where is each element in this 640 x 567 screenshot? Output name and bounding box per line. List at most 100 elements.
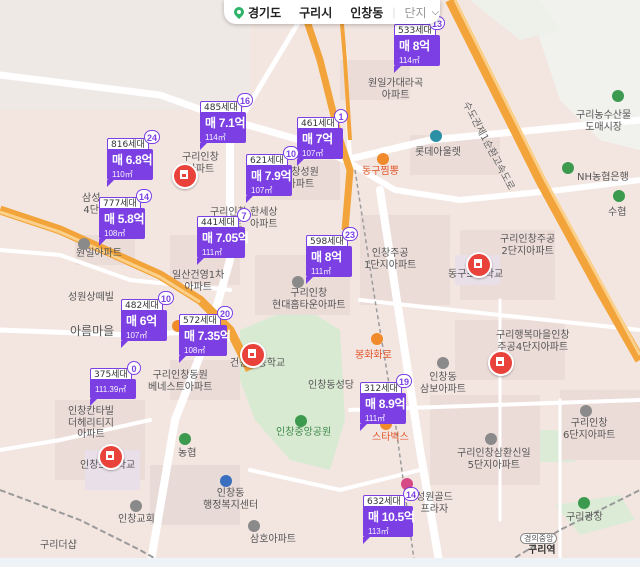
area-label: 108㎡ — [184, 346, 206, 355]
building-icon[interactable] — [78, 238, 90, 250]
bank-icon[interactable] — [613, 190, 625, 202]
area-label: 113㎡ — [368, 527, 389, 536]
label-gyeongui-line: 경의중앙 — [520, 533, 558, 545]
building-icon[interactable] — [485, 433, 497, 445]
filter-dropdown[interactable]: 단지 — [396, 4, 436, 21]
building-icon[interactable] — [292, 276, 304, 288]
area-label: 111.39㎡ — [95, 385, 127, 394]
area-label: 107㎡ — [251, 186, 273, 195]
label-cantil: 인창칸타빌 더헤리티지 아파트 — [68, 406, 114, 440]
listing-count-badge: 19 — [396, 374, 413, 388]
listing-count-badge: 14 — [403, 487, 420, 501]
building-icon[interactable] — [248, 520, 260, 532]
label-samho: 삼호아파트 — [250, 534, 296, 545]
church-icon[interactable] — [130, 500, 142, 512]
government-icon[interactable] — [220, 475, 232, 487]
label-hanse: 한세상 아파트 — [250, 207, 278, 230]
label-nh-bank: NH농협은행 — [577, 172, 629, 183]
area-label: 107㎡ — [302, 149, 324, 158]
label-ilsan-hanyeong: 일산건영1차 아파트 — [172, 270, 225, 293]
price-label: 매 8억 — [399, 39, 430, 53]
listing-count-badge: 24 — [144, 130, 161, 144]
label-samsung4: 삼성 4단 — [82, 193, 101, 216]
label-hyundai-hometown: 구리인창 현대홈타운아파트 — [272, 288, 346, 311]
price-label: 매 8억 — [311, 250, 342, 264]
label-sungwon-gold: 성원골드 프라자 — [416, 492, 453, 515]
price-label: 매 7.9억 — [251, 169, 292, 183]
park-icon[interactable] — [295, 415, 307, 427]
label-haengjeong: 인창동 행정복지센터 — [203, 488, 259, 511]
label-inchang-church: 인창교회 — [118, 514, 155, 525]
area-label: 114㎡ — [399, 56, 420, 65]
price-label: 매 6억 — [126, 314, 157, 328]
label-donggu: 동구찜뽕 — [362, 166, 399, 177]
area-label: 111㎡ — [311, 267, 332, 276]
price-label: 매 7억 — [302, 132, 333, 146]
area-label: 107㎡ — [126, 331, 148, 340]
label-samhwan: 구리인창삼환신일 5단지아파트 — [457, 448, 531, 471]
area-label: 114㎡ — [205, 133, 226, 142]
listing-count-badge: 23 — [342, 227, 359, 241]
bottom-bar — [0, 558, 640, 567]
price-label: 매 10.5억 — [368, 510, 415, 524]
label-guri-plaza: 구리광장 — [566, 512, 603, 523]
listing-count-badge: 10 — [158, 291, 175, 305]
label-sungwon-samae: 성원상떼빌 — [68, 292, 114, 303]
label-samboa: 인창동 삼보아파트 — [420, 372, 466, 395]
school-icon[interactable] — [98, 444, 124, 470]
school-icon[interactable] — [240, 342, 266, 368]
market-icon[interactable] — [612, 90, 624, 102]
label-beneste: 구리인창동원 베네스트아파트 — [148, 370, 213, 393]
park-icon[interactable] — [578, 497, 590, 509]
bank-icon[interactable] — [179, 433, 191, 445]
location-pin-icon — [234, 7, 244, 17]
listing-count-badge: 7 — [237, 208, 251, 222]
listing-count-badge: 0 — [127, 361, 141, 375]
label-suhyup: 수협 — [608, 207, 627, 218]
breadcrumb-city[interactable]: 구리시 — [290, 4, 341, 21]
label-areum-maeul: 아름마을 — [70, 324, 115, 338]
school-icon[interactable] — [172, 163, 198, 189]
area-label: 108㎡ — [104, 229, 126, 238]
school-icon[interactable] — [488, 350, 514, 376]
label-inchang-park: 인창중앙공원 — [276, 427, 332, 438]
label-inchang-jugong2: 구리인창주공 2단지아파트 — [500, 234, 556, 257]
label-lotte-outlet: 롯데아울렛 — [415, 147, 461, 158]
label-inchang-jugong1: 인창주공 1단지아파트 — [364, 248, 417, 271]
listing-count-badge: 1 — [334, 109, 348, 123]
map-canvas[interactable] — [0, 0, 640, 567]
restaurant-icon[interactable] — [371, 333, 383, 345]
area-label: 111㎡ — [365, 414, 386, 423]
breadcrumb-district[interactable]: 인창동 — [341, 4, 392, 21]
label-guri-dasan: 구리더샵 — [40, 540, 77, 551]
price-label: 매 7.05억 — [202, 231, 249, 245]
listing-count-badge: 10 — [283, 146, 300, 160]
listing-count-badge: 16 — [237, 93, 254, 107]
location-breadcrumb: 경기도 구리시 인창동 | 단지 ⌵ — [224, 0, 440, 24]
listing-count-badge: 20 — [217, 306, 234, 320]
school-icon[interactable] — [466, 252, 492, 278]
label-inchang-cathedral: 인창동성당 — [308, 380, 354, 391]
label-guri-haengbok: 구리행복마을인창 주공4단지아파트 — [496, 330, 570, 353]
building-icon[interactable] — [437, 357, 449, 369]
breadcrumb-province[interactable]: 경기도 — [248, 4, 290, 21]
area-label: 111㎡ — [202, 248, 223, 257]
building-icon[interactable] — [580, 405, 592, 417]
area-label: 110㎡ — [112, 170, 133, 179]
price-label: 매 7.35억 — [184, 329, 231, 343]
listing-count-badge: 14 — [136, 189, 153, 203]
restaurant-icon[interactable] — [377, 153, 389, 165]
bank-icon[interactable] — [562, 162, 574, 174]
label-nonghyup: 농협 — [178, 448, 197, 459]
label-guri-nongsusan: 구리농수산물 도매시장 — [576, 110, 632, 133]
price-label: 매 6.8억 — [112, 153, 153, 167]
label-guri-station: 구리역 — [528, 545, 556, 556]
price-label: 매 7.1억 — [205, 116, 246, 130]
chevron-down-icon[interactable]: ⌵ — [432, 7, 440, 18]
label-starbucks: 스타벅스 — [372, 432, 409, 443]
shopping-icon[interactable] — [430, 130, 442, 142]
label-inchang-6: 구리인창 6단지아파트 — [563, 418, 616, 441]
price-label: 매 5.8억 — [104, 212, 145, 226]
label-wonil-garden: 원일가대라곡 아파트 — [368, 78, 424, 101]
label-bonghwa: 봉화화로 — [355, 350, 392, 361]
